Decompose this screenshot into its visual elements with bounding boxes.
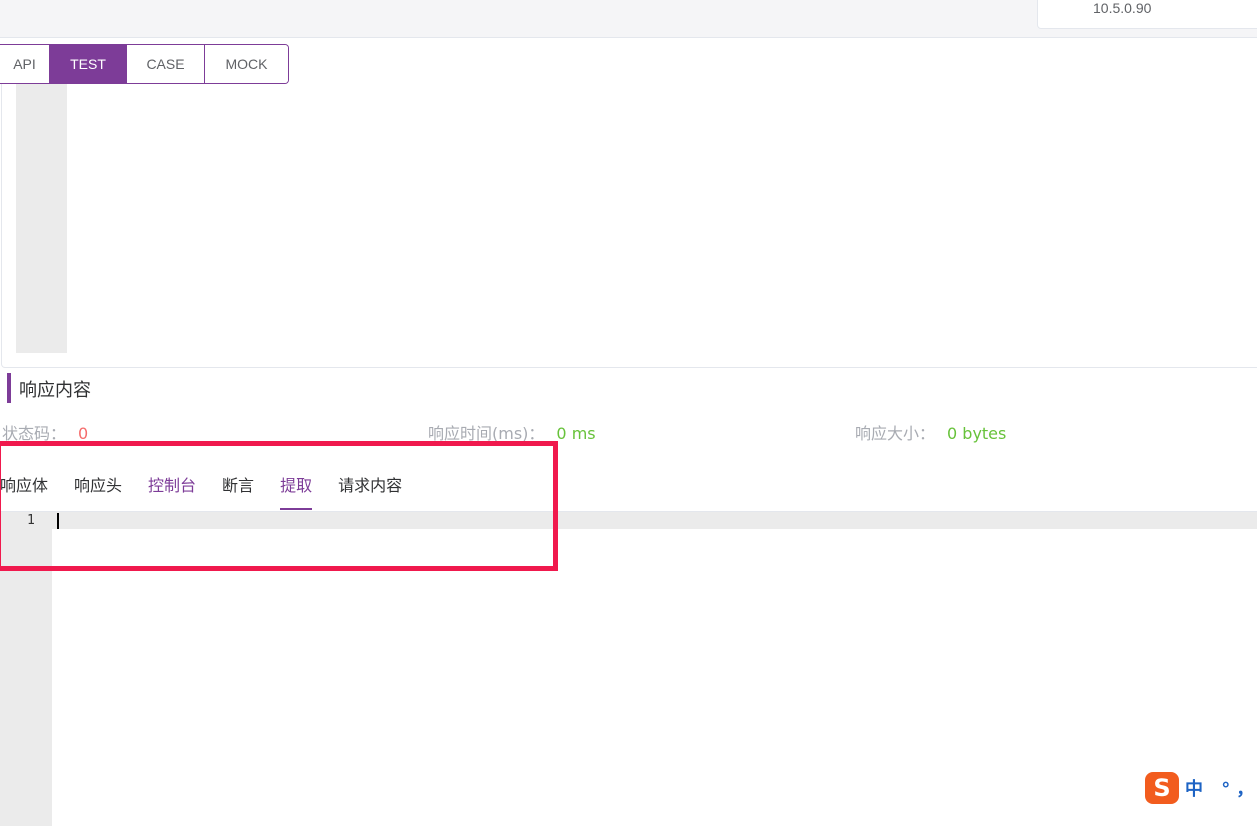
tab-api[interactable]: API (0, 45, 50, 83)
line-number: 1 (27, 513, 35, 528)
tab-extract[interactable]: 提取 (280, 470, 313, 510)
response-time-label: 响应时间(ms)： (428, 424, 545, 443)
tab-assertions[interactable]: 断言 (222, 470, 254, 510)
text-cursor (57, 513, 59, 529)
tab-response-body[interactable]: 响应体 (0, 470, 48, 510)
response-size-value: 0 bytes (947, 424, 1007, 443)
response-time-value: 0 ms (556, 424, 596, 443)
tab-console[interactable]: 控制台 (148, 470, 196, 510)
status-code-label: 状态码： (2, 424, 67, 443)
environment-ip[interactable]: 10.5.0.90 (1093, 0, 1151, 16)
response-tabs: 响应体 响应头 控制台 断言 提取 请求内容 (0, 470, 428, 510)
status-code-value: 0 (78, 424, 89, 443)
sogou-logo-icon[interactable]: S (1145, 772, 1179, 804)
active-line-highlight (52, 512, 1257, 529)
ime-toolbar[interactable]: S 中 °，拼 (1145, 772, 1257, 804)
tab-test[interactable]: TEST (50, 45, 127, 83)
ime-status[interactable]: 中 °，拼 (1185, 775, 1257, 801)
section-title-accent (7, 373, 11, 403)
mode-tabs: API TEST CASE MOCK (0, 44, 289, 84)
tab-case[interactable]: CASE (127, 45, 205, 83)
status-code: 状态码： 0 (2, 420, 88, 444)
request-editor[interactable] (1, 84, 1257, 368)
response-size: 响应大小： 0 bytes (855, 420, 1006, 444)
response-size-label: 响应大小： (855, 424, 936, 443)
tab-response-headers[interactable]: 响应头 (74, 470, 122, 510)
request-editor-gutter (16, 84, 67, 353)
tab-mock[interactable]: MOCK (205, 45, 288, 83)
response-editor-gutter (0, 512, 52, 826)
response-section-title: 响应内容 (19, 380, 91, 401)
response-editor[interactable]: 1 (0, 511, 1257, 826)
response-time: 响应时间(ms)： 0 ms (428, 420, 596, 444)
tab-request-content[interactable]: 请求内容 (338, 470, 402, 510)
